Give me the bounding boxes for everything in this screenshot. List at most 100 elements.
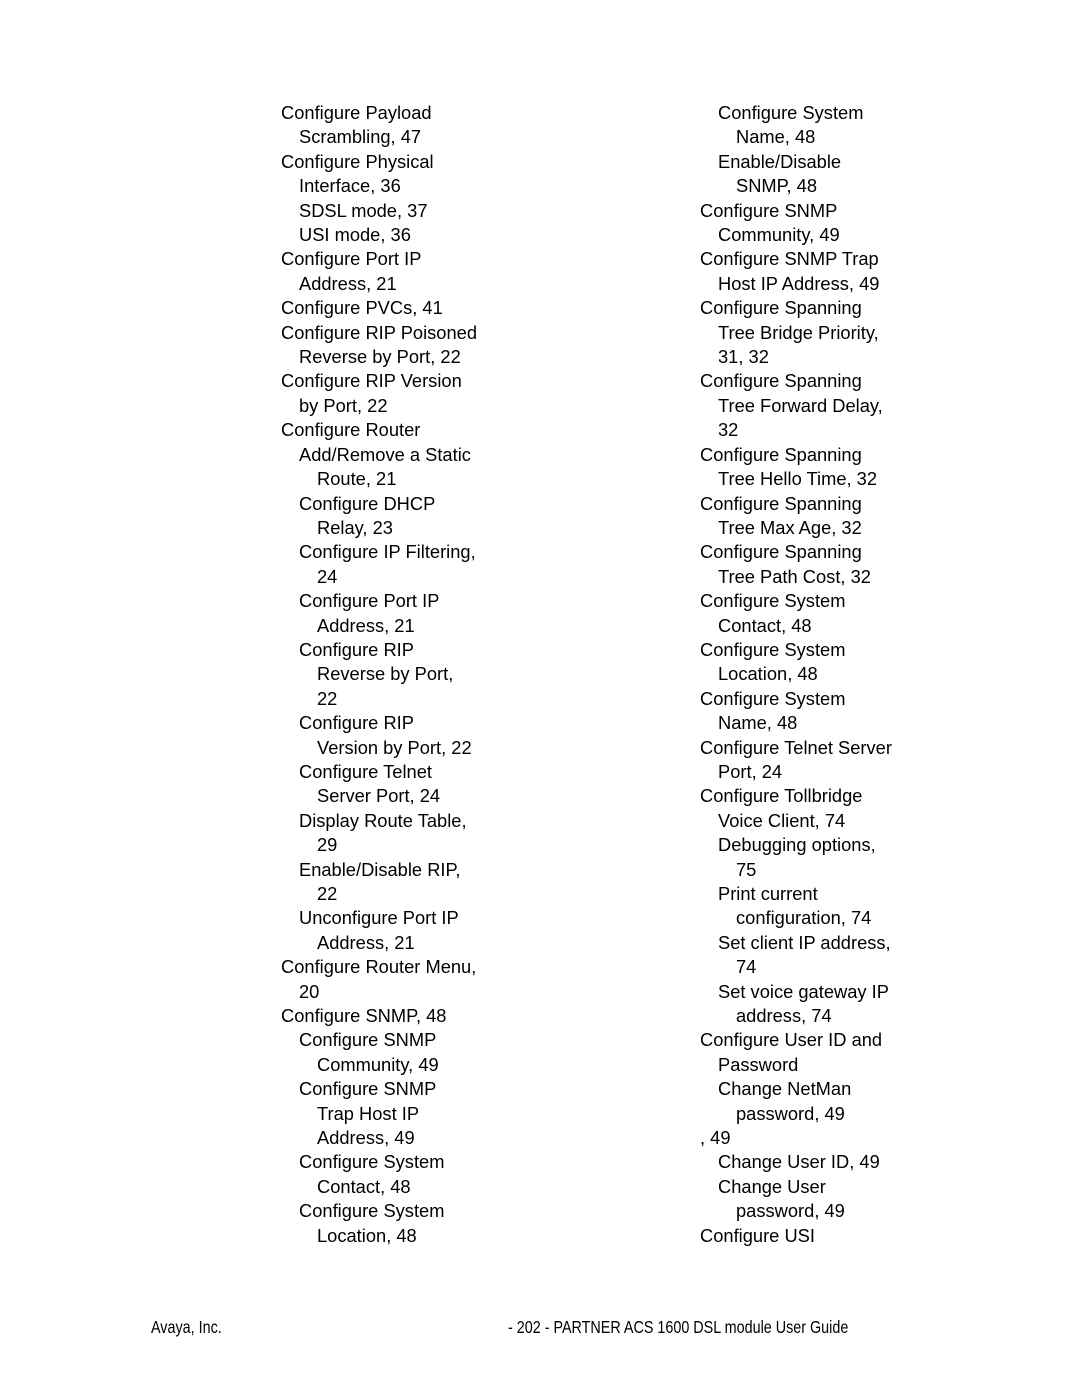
index-entry: Relay, 23: [317, 516, 393, 538]
index-entry: Configure Payload: [281, 102, 432, 123]
index-entry: Configure System: [299, 1200, 445, 1222]
index-entry: Tree Hello Time, 32: [718, 468, 878, 490]
index-entry: Password: [718, 1053, 799, 1075]
index-entry: Configure IP Filtering,: [299, 541, 476, 563]
index-entry: Configure SNMP: [700, 199, 838, 221]
index-entry: Configure User ID and: [700, 1029, 883, 1051]
page-footer: Avaya, Inc. - 202 - PARTNER ACS 1600 DSL…: [0, 1316, 1080, 1342]
index-entry: Configure System: [700, 638, 846, 660]
index-entry: , 49: [700, 1127, 731, 1149]
index-entry: Trap Host IP: [317, 1102, 420, 1124]
footer-company: Avaya, Inc.: [151, 1317, 222, 1337]
index-entry: Configure Spanning: [700, 370, 862, 392]
index-entry: 29: [317, 834, 338, 856]
index-entry: Configure Port IP: [299, 590, 440, 612]
index-entry: 22: [317, 687, 338, 709]
index-entry: Reverse by Port,: [317, 663, 454, 685]
index-entry: Configure USI: [700, 1224, 815, 1246]
index-entry: Configure RIP: [299, 712, 414, 734]
index-entry: Scrambling, 47: [299, 126, 422, 148]
index-entry: Community, 49: [317, 1053, 439, 1075]
index-entry: SNMP, 48: [736, 175, 818, 197]
index-entry: Version by Port, 22: [317, 736, 472, 758]
index-entry: Debugging options,: [718, 834, 876, 856]
index-entry: Display Route Table,: [299, 809, 467, 831]
index-entry: configuration, 74: [736, 907, 872, 929]
index-entry: Configure Router: [281, 419, 421, 441]
index-entry: Configure Spanning: [700, 492, 862, 514]
index-entry: Configure Telnet: [299, 760, 432, 782]
index-entry: Change User: [718, 1175, 826, 1197]
index-entry: Configure Telnet Server: [700, 736, 892, 758]
index-column-right: Configure System Name, 48 Enable/Disable SN…: [700, 101, 1030, 1248]
index-entry: Interface, 36: [299, 175, 401, 197]
index-entry: 31, 32: [718, 346, 769, 368]
index-entry: Contact, 48: [718, 614, 812, 636]
index-entry: 75: [736, 858, 757, 880]
index-entry: 20: [299, 980, 320, 1002]
index-entry: Add/Remove a Static: [299, 443, 471, 465]
index-entry: by Port, 22: [299, 394, 388, 416]
index-entry: 22: [317, 883, 338, 904]
index-entry: Configure Tollbridge: [700, 785, 863, 807]
index-entry: Unconfigure Port IP: [299, 907, 459, 929]
index-entry: Reverse by Port, 22: [299, 346, 461, 368]
index-entry: password, 49: [736, 1102, 845, 1124]
index-entry: Set client IP address,: [718, 931, 891, 953]
index-entry: Set voice gateway IP: [718, 980, 889, 1002]
index-entry: Configure SNMP Trap: [700, 248, 879, 270]
index-entry: Configure DHCP: [299, 492, 436, 514]
index-entry: Enable/Disable: [718, 150, 842, 172]
index-entry: password, 49: [736, 1200, 845, 1222]
document-page: Configure Payload Scrambling, 47 Configure…: [0, 0, 1080, 1397]
index-entry: SDSL mode, 37: [299, 199, 428, 221]
index-entry: Name, 48: [736, 126, 816, 148]
index-entry: Configure System: [700, 687, 846, 709]
index-entry: Configure SNMP: [299, 1078, 437, 1100]
index-entry: Voice Client, 74: [718, 809, 846, 831]
index-entry: Configure SNMP: [299, 1029, 437, 1051]
index-entry: Change User ID, 49: [718, 1151, 880, 1173]
index-entry: Location, 48: [718, 663, 818, 685]
index-entry: Configure RIP Version: [281, 370, 462, 392]
index-entry: Configure Physical: [281, 150, 434, 172]
index-entry: Host IP Address, 49: [718, 272, 880, 294]
index-entry: Tree Bridge Priority,: [718, 321, 879, 343]
index-entry: Address, 21: [317, 931, 415, 953]
footer-page-title: - 202 - PARTNER ACS 1600 DSL module User…: [508, 1317, 849, 1337]
index-entry: Tree Max Age, 32: [718, 516, 862, 538]
index-entry: Community, 49: [718, 224, 840, 246]
index-entry: Print current: [718, 883, 818, 904]
index-entry: Configure System: [718, 102, 864, 123]
index-entry: USI mode, 36: [299, 224, 411, 246]
index-entry: Configure Port IP: [281, 248, 422, 270]
index-entry: Server Port, 24: [317, 785, 441, 807]
index-entry: Tree Forward Delay,: [718, 394, 883, 416]
index-entry: Address, 21: [317, 614, 415, 636]
index-entry: Change NetMan: [718, 1078, 852, 1100]
index-entry: Contact, 48: [317, 1175, 411, 1197]
index-entry: Configure RIP: [299, 638, 414, 660]
index-entry: Configure Router Menu,: [281, 956, 477, 978]
index-entry: Configure System: [299, 1151, 445, 1173]
index-entry: Address, 21: [299, 272, 397, 294]
index-entry: Address, 49: [317, 1127, 415, 1149]
index-column-left: Configure Payload Scrambling, 47 Configure…: [281, 101, 611, 1248]
index-entry: Configure Spanning: [700, 541, 862, 563]
index-entry: 74: [736, 956, 757, 978]
index-entry: Configure Spanning: [700, 443, 862, 465]
index-entry: Location, 48: [317, 1224, 417, 1246]
index-entry: Configure Spanning: [700, 297, 862, 319]
index-entry: 24: [317, 565, 338, 587]
index-entry: Port, 24: [718, 760, 783, 782]
index-entry: 32: [718, 419, 739, 441]
index-entry: Route, 21: [317, 468, 397, 490]
index-entry: address, 74: [736, 1005, 832, 1027]
index-entry: Tree Path Cost, 32: [718, 565, 871, 587]
index-entry: Configure PVCs, 41: [281, 297, 443, 319]
index-entry: Configure RIP Poisoned: [281, 321, 478, 343]
index-entry: Configure SNMP, 48: [281, 1005, 447, 1027]
index-entry: Configure System: [700, 590, 846, 612]
index-entry: Name, 48: [718, 712, 798, 734]
index-entry: Enable/Disable RIP,: [299, 858, 461, 880]
